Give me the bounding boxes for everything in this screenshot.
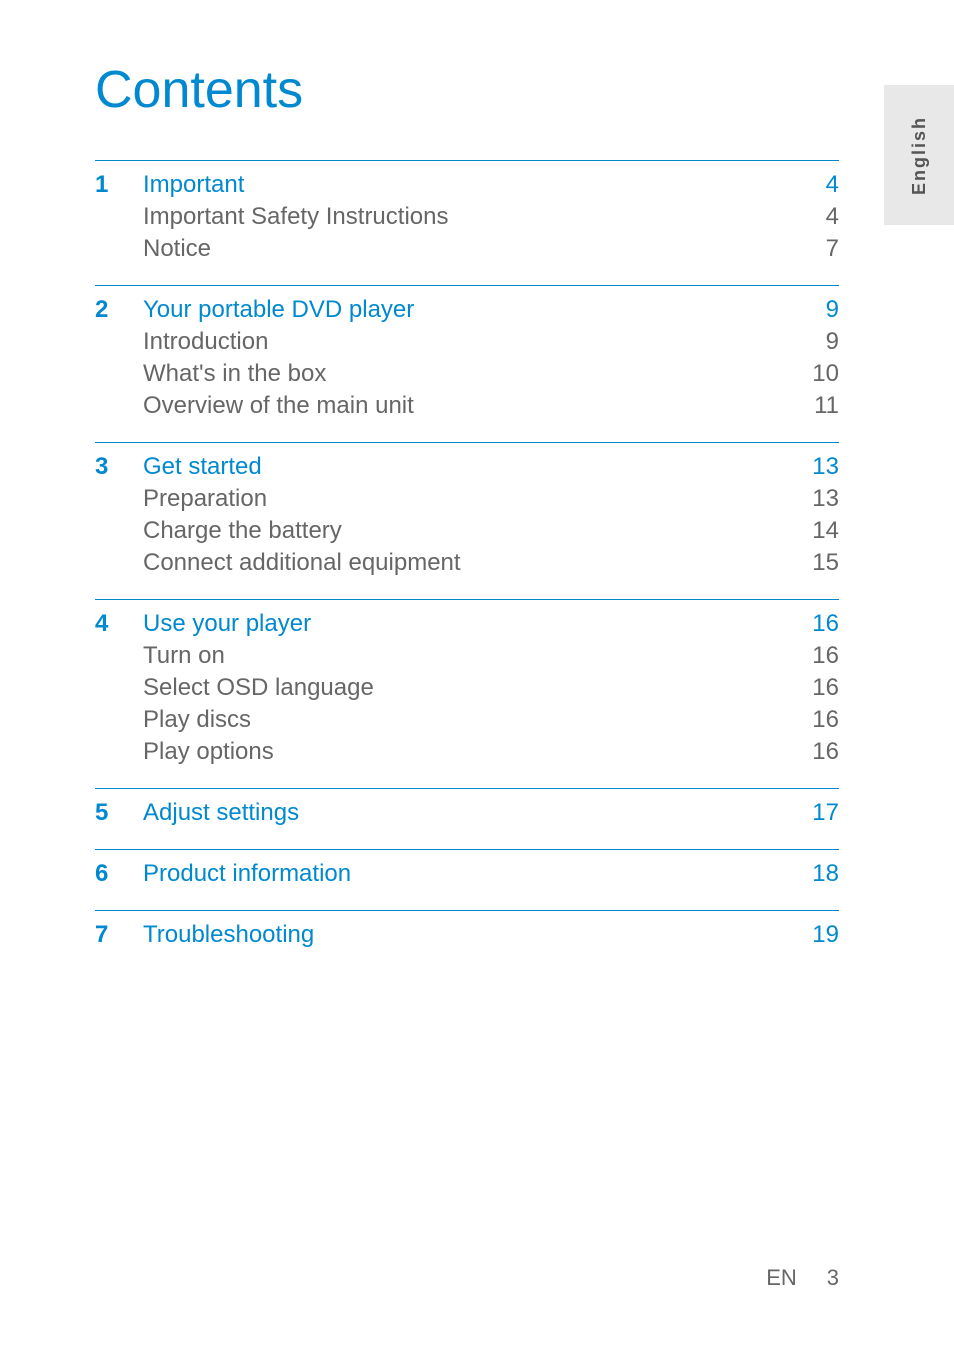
toc-subitem-page: 9: [799, 328, 839, 356]
toc-subitem-page: 4: [799, 203, 839, 231]
toc-section-header[interactable]: 5Adjust settings17: [95, 799, 839, 827]
toc-section-page: 17: [799, 799, 839, 827]
toc-subitem[interactable]: Play options16: [95, 738, 839, 766]
toc-section-number: 7: [95, 921, 143, 949]
toc-subitem-page: 16: [799, 642, 839, 670]
toc-subitem-title: Notice: [143, 235, 799, 263]
toc-section-title: Your portable DVD player: [143, 296, 799, 324]
toc-subitem-title: Play options: [143, 738, 799, 766]
table-of-contents: 1Important4Important Safety Instructions…: [95, 160, 839, 971]
toc-section-page: 9: [799, 296, 839, 324]
toc-section-page: 16: [799, 610, 839, 638]
toc-subitem-page: 14: [799, 517, 839, 545]
toc-subitem-page: 16: [799, 674, 839, 702]
toc-section-number: 1: [95, 171, 143, 199]
toc-section-title: Adjust settings: [143, 799, 799, 827]
toc-subitem-page: 13: [799, 485, 839, 513]
toc-subitem-title: Introduction: [143, 328, 799, 356]
toc-subitem-page: 7: [799, 235, 839, 263]
toc-section-title: Use your player: [143, 610, 799, 638]
toc-section: 2Your portable DVD player9Introduction9W…: [95, 285, 839, 442]
toc-subitem[interactable]: Turn on16: [95, 642, 839, 670]
toc-subitem[interactable]: Important Safety Instructions4: [95, 203, 839, 231]
toc-section: 6Product information18: [95, 849, 839, 910]
toc-subitem-title: Overview of the main unit: [143, 392, 799, 420]
toc-section-title: Important: [143, 171, 799, 199]
toc-subitem-title: Charge the battery: [143, 517, 799, 545]
toc-section: 7Troubleshooting19: [95, 910, 839, 971]
toc-subitem[interactable]: What's in the box10: [95, 360, 839, 388]
toc-subitem-title: Important Safety Instructions: [143, 203, 799, 231]
toc-section-header[interactable]: 1Important4: [95, 171, 839, 199]
page-container: English Contents 1Important4Important Sa…: [0, 0, 954, 1351]
toc-subitem-title: Preparation: [143, 485, 799, 513]
toc-subitem[interactable]: Preparation13: [95, 485, 839, 513]
toc-section-page: 13: [799, 453, 839, 481]
toc-section-header[interactable]: 3Get started13: [95, 453, 839, 481]
toc-subitem[interactable]: Connect additional equipment15: [95, 549, 839, 577]
toc-subitem-title: Play discs: [143, 706, 799, 734]
toc-section-number: 2: [95, 296, 143, 324]
toc-section-page: 4: [799, 171, 839, 199]
toc-subitem[interactable]: Notice7: [95, 235, 839, 263]
toc-section-header[interactable]: 7Troubleshooting19: [95, 921, 839, 949]
toc-section-header[interactable]: 6Product information18: [95, 860, 839, 888]
toc-subitem-title: Select OSD language: [143, 674, 799, 702]
toc-section: 1Important4Important Safety Instructions…: [95, 160, 839, 285]
toc-subitem[interactable]: Introduction9: [95, 328, 839, 356]
toc-subitem-title: What's in the box: [143, 360, 799, 388]
toc-subitem-title: Turn on: [143, 642, 799, 670]
toc-section: 4Use your player16Turn on16Select OSD la…: [95, 599, 839, 788]
toc-section-header[interactable]: 2Your portable DVD player9: [95, 296, 839, 324]
toc-section-header[interactable]: 4Use your player16: [95, 610, 839, 638]
toc-section-title: Product information: [143, 860, 799, 888]
language-tab: English: [884, 85, 954, 225]
toc-section-number: 4: [95, 610, 143, 638]
toc-subitem-page: 16: [799, 738, 839, 766]
toc-section-page: 18: [799, 860, 839, 888]
toc-subitem-page: 10: [799, 360, 839, 388]
footer-language-code: EN: [766, 1265, 797, 1291]
language-tab-label: English: [909, 115, 930, 194]
toc-subitem-title: Connect additional equipment: [143, 549, 799, 577]
toc-section-title: Troubleshooting: [143, 921, 799, 949]
toc-section-page: 19: [799, 921, 839, 949]
toc-subitem[interactable]: Overview of the main unit11: [95, 392, 839, 420]
footer-page-number: 3: [827, 1265, 839, 1291]
page-title: Contents: [95, 60, 839, 120]
toc-subitem-page: 11: [799, 392, 839, 420]
toc-section-number: 3: [95, 453, 143, 481]
toc-section: 5Adjust settings17: [95, 788, 839, 849]
toc-subitem[interactable]: Play discs16: [95, 706, 839, 734]
toc-subitem[interactable]: Select OSD language16: [95, 674, 839, 702]
toc-section: 3Get started13Preparation13Charge the ba…: [95, 442, 839, 599]
toc-subitem-page: 16: [799, 706, 839, 734]
page-footer: EN 3: [766, 1265, 839, 1291]
toc-section-number: 6: [95, 860, 143, 888]
toc-section-number: 5: [95, 799, 143, 827]
toc-subitem-page: 15: [799, 549, 839, 577]
toc-subitem[interactable]: Charge the battery14: [95, 517, 839, 545]
toc-section-title: Get started: [143, 453, 799, 481]
